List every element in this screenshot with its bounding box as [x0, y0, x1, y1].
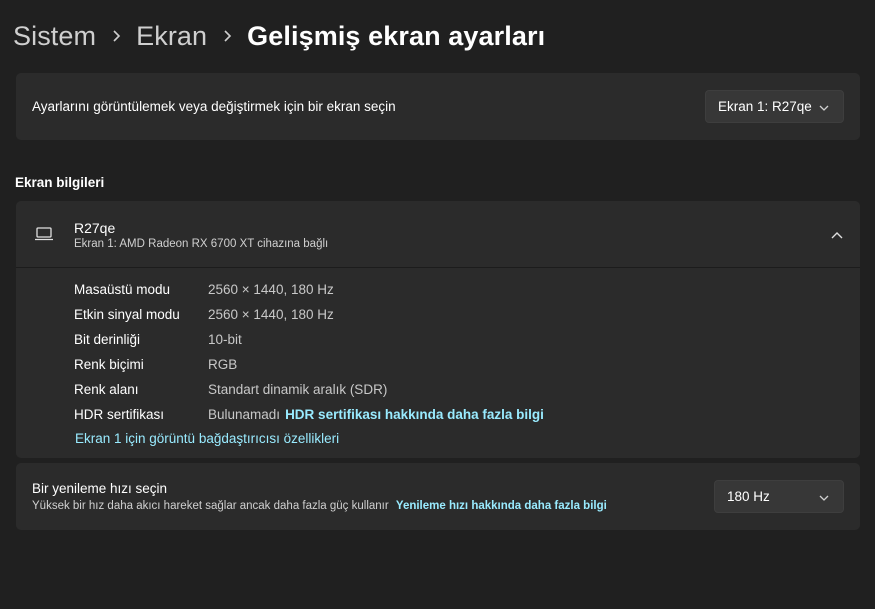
adapter-properties-link[interactable]: Ekran 1 için görüntü bağdaştırıcısı özel…	[75, 431, 339, 446]
display-info-rows: Masaüstü modu 2560 × 1440, 180 Hz Etkin …	[74, 277, 544, 427]
info-value: 10-bit	[208, 332, 242, 347]
display-name: R27qe	[74, 220, 116, 236]
info-key: Renk biçimi	[74, 357, 144, 372]
info-key: Etkin sinyal modu	[74, 307, 180, 322]
refresh-rate-info-link[interactable]: Yenileme hızı hakkında daha fazla bilgi	[396, 500, 607, 512]
refresh-rate-description-text: Yüksek bir hız daha akıcı hareket sağlar…	[32, 500, 389, 512]
info-value: 2560 × 1440, 180 Hz	[208, 307, 334, 322]
info-value: RGB	[208, 357, 238, 372]
info-value: Standart dinamik aralık (SDR)	[208, 382, 388, 397]
info-key: Bit derinliği	[74, 332, 141, 347]
info-row-bit-depth: Bit derinliği 10-bit	[74, 327, 544, 352]
display-select-value: Ekran 1: R27qe	[718, 99, 812, 114]
info-row-hdr-certification: HDR sertifikası Bulunamadı HDR sertifika…	[74, 402, 544, 427]
info-value: Bulunamadı	[208, 407, 281, 422]
chevron-right-icon	[96, 27, 136, 45]
laptop-monitor-icon	[34, 227, 54, 246]
display-select-dropdown[interactable]: Ekran 1: R27qe	[705, 90, 844, 123]
chevron-down-icon	[819, 99, 829, 114]
refresh-rate-description: Yüksek bir hız daha akıcı hareket sağlar…	[32, 500, 607, 512]
info-key: Masaüstü modu	[74, 282, 171, 297]
display-subtitle: Ekran 1: AMD Radeon RX 6700 XT cihazına …	[74, 238, 329, 250]
refresh-rate-dropdown[interactable]: 180 Hz	[714, 480, 844, 513]
chevron-right-icon	[207, 27, 247, 45]
display-info-header[interactable]: R27qe Ekran 1: AMD Radeon RX 6700 XT cih…	[16, 201, 860, 268]
info-key: Renk alanı	[74, 382, 139, 397]
breadcrumb-sistem[interactable]: Sistem	[13, 21, 96, 52]
refresh-rate-value: 180 Hz	[727, 489, 770, 504]
breadcrumb-ekran[interactable]: Ekran	[136, 21, 207, 52]
display-select-card: Ayarlarını görüntülemek veya değiştirmek…	[16, 73, 860, 140]
refresh-rate-title: Bir yenileme hızı seçin	[32, 481, 168, 496]
page-title: Gelişmiş ekran ayarları	[247, 20, 546, 51]
display-info-card: R27qe Ekran 1: AMD Radeon RX 6700 XT cih…	[16, 201, 860, 458]
info-row-desktop-mode: Masaüstü modu 2560 × 1440, 180 Hz	[74, 277, 544, 302]
refresh-rate-card: Bir yenileme hızı seçin Yüksek bir hız d…	[16, 463, 860, 530]
info-key: HDR sertifikası	[74, 407, 165, 422]
chevron-down-icon	[819, 489, 829, 504]
info-row-color-format: Renk biçimi RGB	[74, 352, 544, 377]
section-title-display-info: Ekran bilgileri	[15, 175, 105, 190]
info-row-active-signal-mode: Etkin sinyal modu 2560 × 1440, 180 Hz	[74, 302, 544, 327]
info-value: 2560 × 1440, 180 Hz	[208, 282, 334, 297]
hdr-certification-link[interactable]: HDR sertifikası hakkında daha fazla bilg…	[285, 407, 544, 422]
advanced-display-settings-page: Sistem Ekran Gelişmiş ekran ayarları Aya…	[0, 0, 875, 609]
info-row-color-space: Renk alanı Standart dinamik aralık (SDR)	[74, 377, 544, 402]
breadcrumb: Sistem Ekran Gelişmiş ekran ayarları	[13, 17, 545, 55]
display-select-label: Ayarlarını görüntülemek veya değiştirmek…	[32, 99, 396, 114]
chevron-up-icon[interactable]	[826, 225, 848, 245]
